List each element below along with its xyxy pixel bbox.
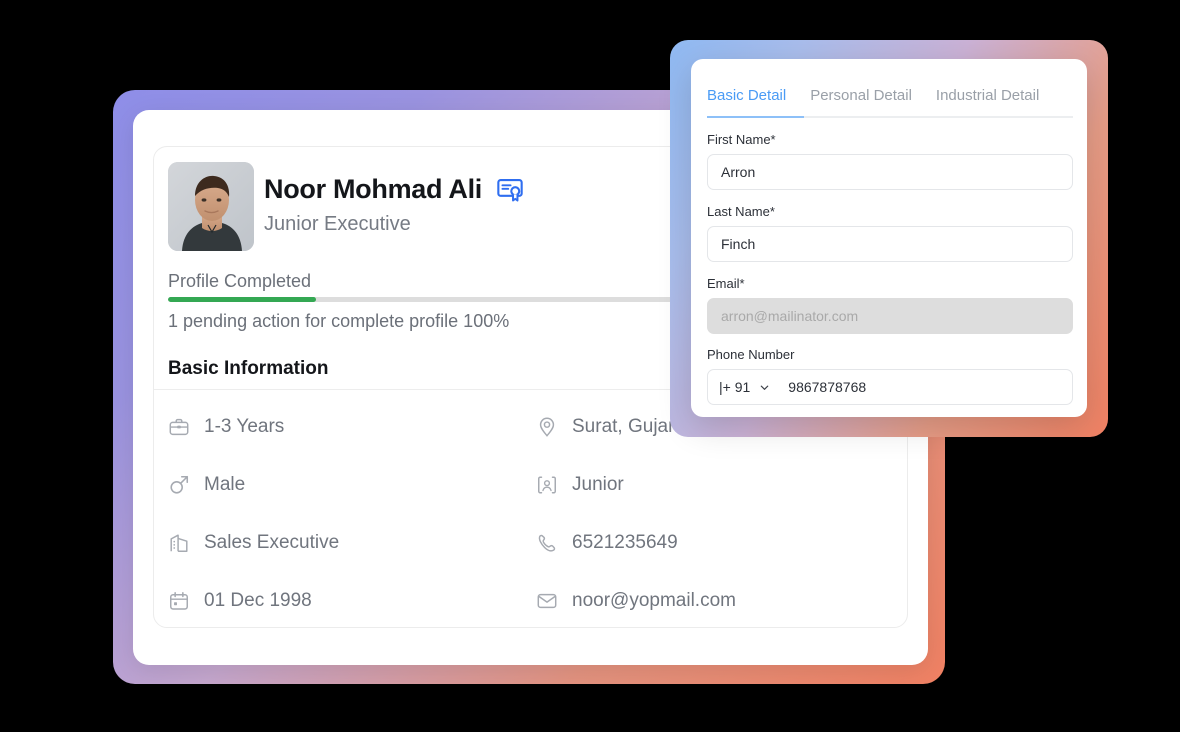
basic-information-title: Basic Information: [168, 358, 329, 379]
profile-completed-label: Profile Completed: [168, 271, 312, 291]
info-value: Junior: [572, 474, 624, 495]
briefcase-icon: [169, 418, 189, 436]
info-item-gender: Male: [168, 456, 536, 514]
phone-icon: [538, 534, 556, 552]
first-name-field-group: First Name* Arron: [707, 132, 1073, 190]
tab-personal-detail[interactable]: Personal Detail: [810, 87, 912, 113]
chevron-down-icon: [760, 385, 769, 390]
tab-industrial-detail[interactable]: Industrial Detail: [936, 87, 1039, 113]
info-item-email: noor@yopmail.com: [536, 572, 888, 630]
info-item-dob: 01 Dec 1998: [168, 572, 536, 630]
tabs-active-indicator: [707, 116, 804, 118]
phone-field-group: Phone Number |+ 91 9867878768: [707, 347, 1073, 405]
phone-label: Phone Number: [707, 347, 795, 362]
page-title: Noor Mohmad Ali: [264, 174, 482, 204]
phone-number-value: 9867878768: [788, 379, 867, 395]
email-input[interactable]: arron@mailinator.com: [707, 298, 1073, 334]
last-name-label: Last Name*: [707, 204, 775, 219]
profile-name-row: Noor Mohmad Ali: [264, 174, 524, 205]
email-label: Email*: [707, 276, 745, 291]
first-name-value: Arron: [721, 164, 756, 180]
first-name-input[interactable]: Arron: [707, 154, 1073, 190]
info-value: 1-3 Years: [204, 416, 285, 437]
last-name-field-group: Last Name* Finch: [707, 204, 1073, 262]
info-item-phone: 6521235649: [536, 514, 888, 572]
first-name-label: First Name*: [707, 132, 776, 147]
email-field-group: Email* arron@mailinator.com: [707, 276, 1073, 334]
info-value: 6521235649: [572, 532, 678, 553]
last-name-input[interactable]: Finch: [707, 226, 1073, 262]
tab-basic-detail[interactable]: Basic Detail: [707, 87, 786, 113]
detail-tabs: Basic Detail Personal Detail Industrial …: [707, 87, 1039, 113]
info-value: Male: [204, 474, 246, 495]
id-card-icon: [538, 476, 556, 494]
info-value: Sales Executive: [204, 532, 340, 553]
calendar-icon: [170, 591, 188, 610]
location-pin-icon: [539, 417, 555, 437]
avatar: [168, 162, 254, 251]
user-photo-icon: [168, 162, 254, 251]
profile-progress-fill: [168, 297, 316, 302]
info-value: 01 Dec 1998: [204, 590, 312, 611]
pending-action-text: 1 pending action for complete profile 10…: [168, 311, 510, 331]
country-code-select[interactable]: |+ 91: [719, 379, 770, 395]
profile-role: Junior Executive: [264, 213, 411, 235]
info-value: noor@yopmail.com: [572, 590, 736, 611]
info-item-experience: 1-3 Years: [168, 398, 536, 456]
last-name-value: Finch: [721, 236, 756, 252]
male-gender-icon: [170, 475, 189, 494]
country-code-value: |+ 91: [719, 379, 751, 395]
email-placeholder: arron@mailinator.com: [721, 308, 859, 324]
building-icon: [170, 534, 188, 552]
phone-input[interactable]: |+ 91 9867878768: [707, 369, 1073, 405]
info-item-level: Junior: [536, 456, 888, 514]
envelope-icon: [537, 593, 557, 609]
certificate-icon: [497, 178, 523, 201]
info-item-designation: Sales Executive: [168, 514, 536, 572]
